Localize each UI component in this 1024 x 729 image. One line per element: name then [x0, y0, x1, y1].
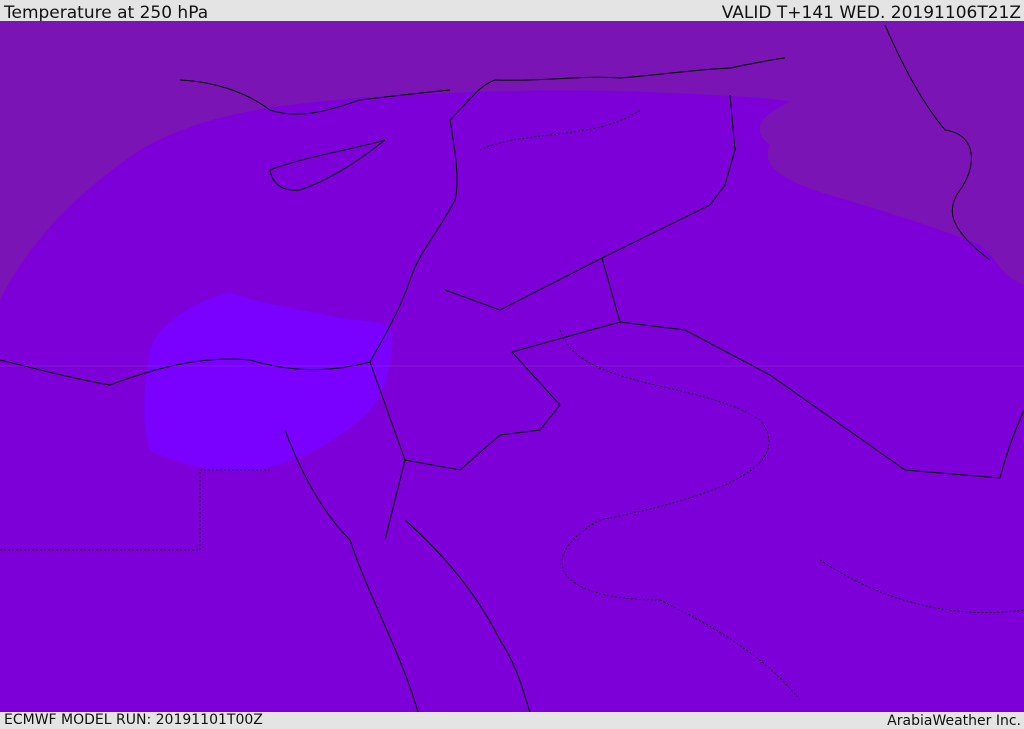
footer-bar: ECMWF MODEL RUN: 20191101T00Z ArabiaWeat…	[0, 712, 1024, 729]
header-bar: Temperature at 250 hPa VALID T+141 WED. …	[0, 0, 1024, 23]
map-title: Temperature at 250 hPa	[4, 3, 209, 23]
model-run: ECMWF MODEL RUN: 20191101T00Z	[4, 712, 263, 728]
valid-time: VALID T+141 WED. 20191106T21Z	[721, 3, 1021, 23]
temperature-map	[0, 21, 1024, 712]
credit: ArabiaWeather Inc.	[887, 713, 1021, 729]
